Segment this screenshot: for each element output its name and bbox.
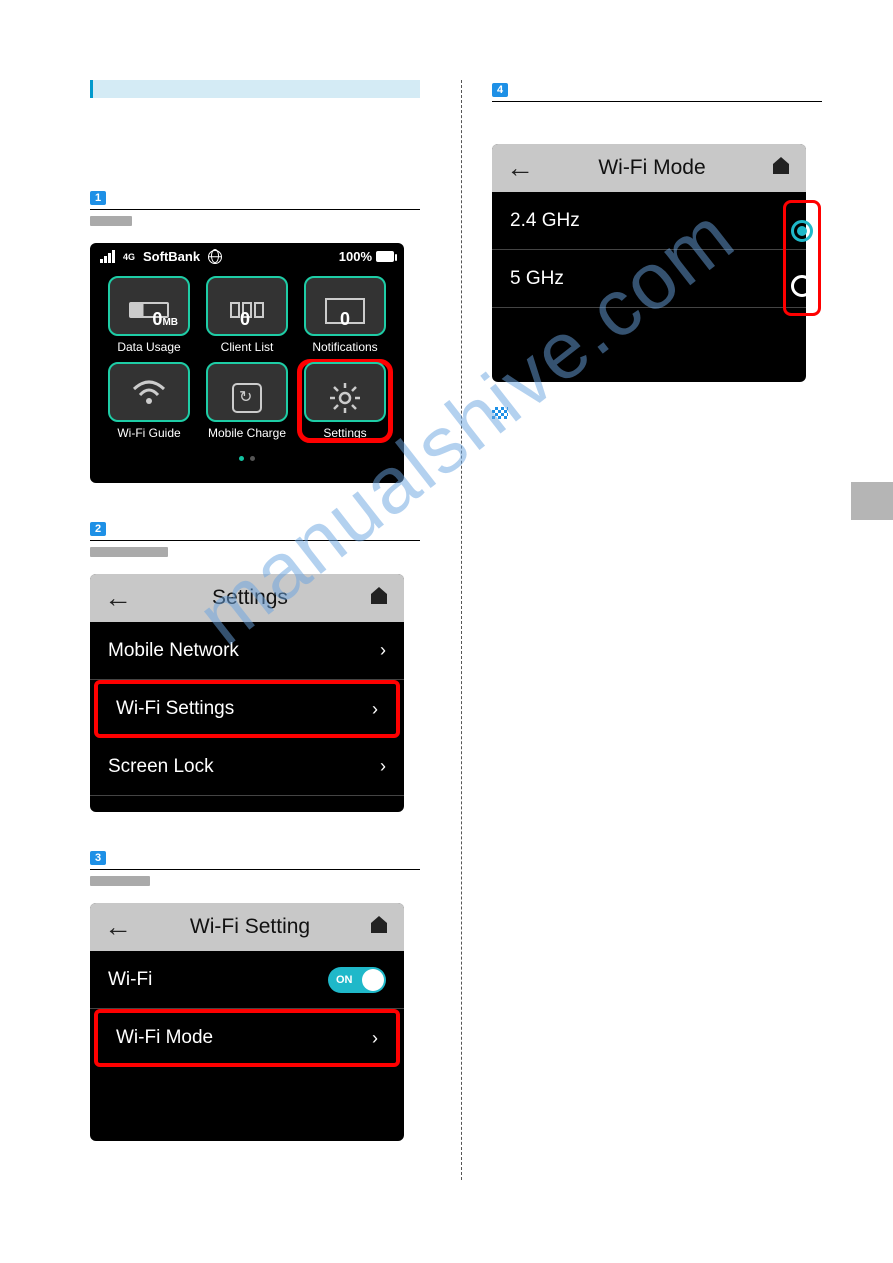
settings-header: ← Settings (90, 574, 404, 622)
wifi-icon (129, 372, 169, 412)
step-rule (90, 209, 420, 210)
radio-24ghz[interactable] (791, 220, 813, 242)
wifi-mode-screenshot: ← Wi-Fi Mode 2.4 GHz 5 GHz (492, 144, 806, 382)
wifi-mode-header: ← Wi-Fi Mode (492, 144, 806, 192)
home-icon[interactable] (770, 154, 792, 182)
step-badge-2: 2 (90, 522, 106, 536)
tile-notifications[interactable]: 0 Notifications (300, 276, 390, 354)
chevron-right-icon: › (380, 756, 386, 777)
chevron-right-icon: › (372, 699, 378, 720)
wifi-toggle[interactable]: ON (328, 967, 386, 993)
gear-icon (328, 381, 362, 415)
page-dots (90, 444, 404, 470)
status-bar: 4G SoftBank 100% (90, 243, 404, 270)
step-4: 4 ← Wi-Fi Mode 2.4 GHz 5 GHz (492, 80, 833, 424)
step-rule (90, 540, 420, 541)
carrier-label: SoftBank (143, 249, 200, 264)
row-24ghz[interactable]: 2.4 GHz (492, 192, 806, 250)
charge-icon (232, 383, 262, 413)
home-icon[interactable] (368, 584, 390, 612)
tile-data-usage[interactable]: 0MB Data Usage (104, 276, 194, 354)
radio-5ghz[interactable] (791, 275, 813, 297)
tile-settings[interactable]: Settings (300, 362, 390, 440)
wifi-setting-screenshot: ← Wi-Fi Setting Wi-Fi ON Wi-Fi Mode› (90, 903, 404, 1141)
step-badge-3: 3 (90, 851, 106, 865)
tile-mobile-charge[interactable]: Mobile Charge (202, 362, 292, 440)
step-2: 2 ← Settings Mobile Network› Wi-Fi Setti… (90, 519, 431, 812)
step-3: 3 ← Wi-Fi Setting Wi-Fi ON Wi-Fi Mode› (90, 848, 431, 1141)
row-wifi-toggle[interactable]: Wi-Fi ON (90, 951, 404, 1009)
step-caption-1 (90, 216, 132, 226)
step-badge-1: 1 (90, 191, 106, 205)
step-caption-2 (90, 547, 168, 557)
side-tab (851, 482, 893, 520)
step-1: 1 4G SoftBank 100% (90, 188, 431, 483)
row-5ghz[interactable]: 5 GHz (492, 250, 806, 308)
tile-client-list[interactable]: 0 Client List (202, 276, 292, 354)
row-screen-lock[interactable]: Screen Lock› (90, 738, 404, 796)
tile-wifi-guide[interactable]: Wi-Fi Guide (104, 362, 194, 440)
back-icon[interactable]: ← (104, 911, 132, 943)
network-type: 4G (123, 253, 135, 261)
wifi-mode-title: Wi-Fi Mode (534, 156, 770, 180)
step-rule (492, 101, 822, 102)
radio-highlight (783, 200, 821, 316)
globe-icon (208, 250, 222, 264)
step-badge-4: 4 (492, 83, 508, 97)
chevron-right-icon: › (372, 1028, 378, 1049)
row-wifi-mode[interactable]: Wi-Fi Mode› (94, 1009, 400, 1067)
signal-icon (100, 250, 115, 263)
settings-title: Settings (132, 586, 368, 610)
battery-percent: 100% (339, 249, 372, 264)
wifi-setting-title: Wi-Fi Setting (132, 915, 368, 939)
home-icon[interactable] (368, 913, 390, 941)
row-mobile-network[interactable]: Mobile Network› (90, 622, 404, 680)
finish-flag-icon (492, 407, 508, 419)
home-screenshot: 4G SoftBank 100% 0MB Data Usage (90, 243, 404, 483)
back-icon[interactable]: ← (104, 582, 132, 614)
back-icon[interactable]: ← (506, 152, 534, 184)
step-rule (90, 869, 420, 870)
row-wifi-settings[interactable]: Wi-Fi Settings› (94, 680, 400, 738)
settings-screenshot: ← Settings Mobile Network› Wi-Fi Setting… (90, 574, 404, 812)
chevron-right-icon: › (380, 640, 386, 661)
wifi-setting-header: ← Wi-Fi Setting (90, 903, 404, 951)
section-header (90, 80, 420, 98)
step-caption-3 (90, 876, 150, 886)
battery-icon (376, 251, 394, 262)
